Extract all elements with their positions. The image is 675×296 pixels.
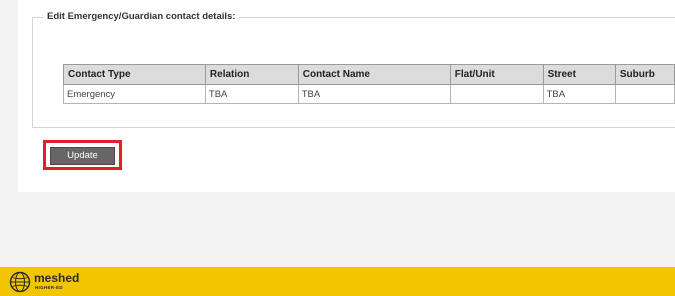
- header-relation: Relation: [204, 64, 299, 85]
- cell-suburb: [614, 84, 675, 104]
- header-flat-unit: Flat/Unit: [449, 64, 544, 85]
- contacts-table: Contact Type Relation Contact Name Flat/…: [63, 64, 675, 104]
- meshed-logo[interactable]: meshed HIGHER-ED: [9, 271, 89, 293]
- update-highlight-box: Update: [43, 140, 122, 170]
- header-street: Street: [542, 64, 616, 85]
- header-contact-type: Contact Type: [63, 64, 206, 85]
- logo-text: meshed: [34, 271, 80, 285]
- update-button[interactable]: Update: [50, 147, 115, 165]
- page: Edit Emergency/Guardian contact details:…: [0, 0, 675, 296]
- footer-bar: meshed HIGHER-ED: [0, 267, 675, 296]
- header-suburb: Suburb: [614, 64, 675, 85]
- cell-contact-name: TBA: [297, 84, 451, 104]
- cell-contact-type: Emergency: [63, 84, 206, 104]
- table-row[interactable]: Emergency TBA TBA TBA: [63, 84, 675, 104]
- header-contact-name: Contact Name: [297, 64, 451, 85]
- cell-relation: TBA: [204, 84, 299, 104]
- cell-street: TBA: [542, 84, 616, 104]
- logo-subtext: HIGHER-ED: [35, 285, 63, 290]
- fieldset-legend: Edit Emergency/Guardian contact details:: [44, 11, 239, 23]
- globe-logo-icon: [9, 271, 31, 293]
- table-header-row: Contact Type Relation Contact Name Flat/…: [63, 64, 675, 85]
- cell-flat-unit: [449, 84, 544, 104]
- content-panel: Edit Emergency/Guardian contact details:…: [18, 0, 675, 192]
